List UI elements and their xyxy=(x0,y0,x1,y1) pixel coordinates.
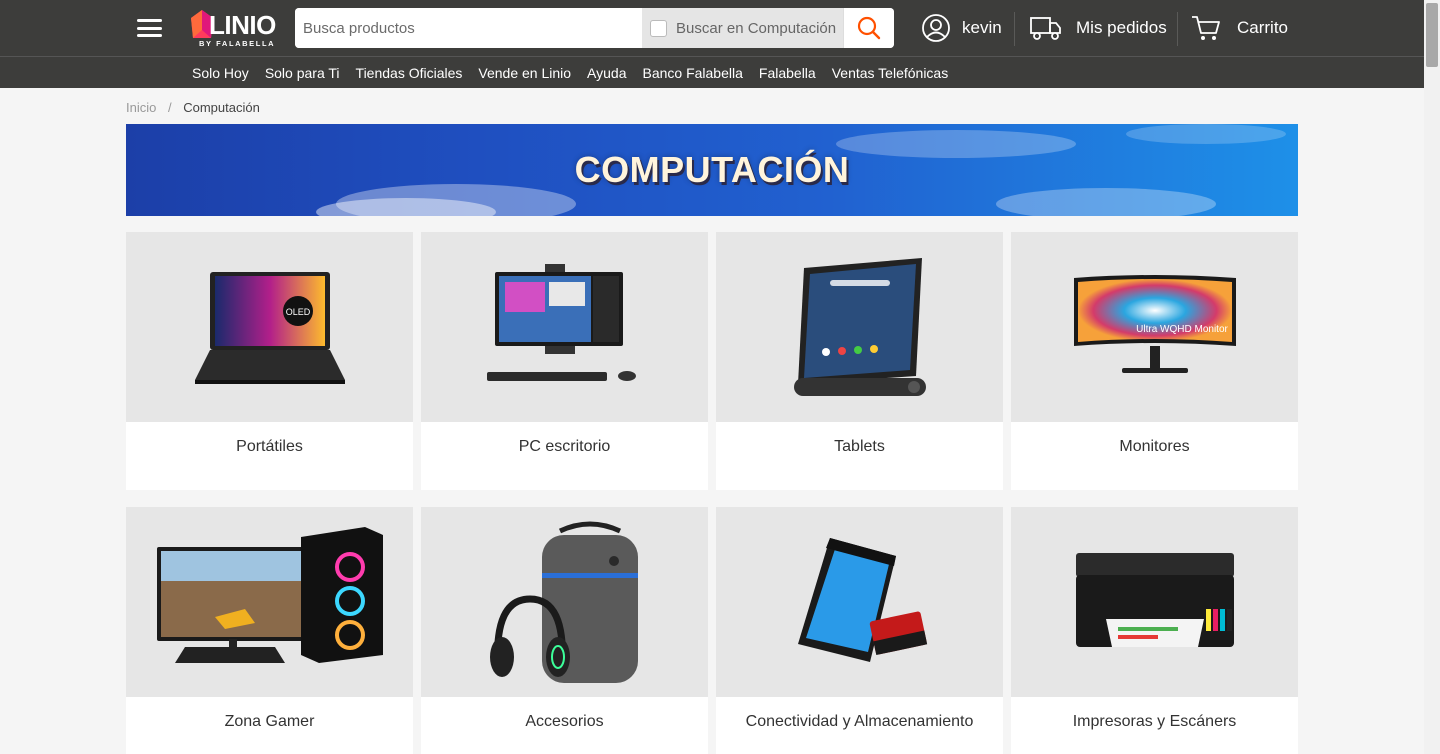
nav-item-tiendas-oficiales[interactable]: Tiendas Oficiales xyxy=(348,65,471,81)
category-label: Tablets xyxy=(834,438,885,455)
category-image xyxy=(716,232,1003,422)
cart-icon xyxy=(1192,16,1220,40)
monitor-icon: Ultra WQHD Monitor xyxy=(1073,275,1236,373)
search-scope-toggle[interactable]: Buscar en Computación xyxy=(642,8,843,48)
user-icon xyxy=(922,14,950,42)
category-image xyxy=(126,507,413,697)
orders-label: Mis pedidos xyxy=(1076,18,1167,37)
category-card-impresoras[interactable]: Impresoras y Escáners xyxy=(1011,507,1298,754)
top-header: LINIO BY FALABELLA Buscar en Computación… xyxy=(0,0,1424,56)
category-image xyxy=(1011,507,1298,697)
nav-item-ayuda[interactable]: Ayuda xyxy=(579,65,634,81)
delivery-truck-icon xyxy=(1030,17,1061,40)
breadcrumb-current: Computación xyxy=(183,100,260,115)
svg-text:Ultra WQHD Monitor: Ultra WQHD Monitor xyxy=(1136,324,1228,335)
category-card-monitores[interactable]: Ultra WQHD Monitor Monitores xyxy=(1011,232,1298,490)
secondary-nav: Solo Hoy Solo para Ti Tiendas Oficiales … xyxy=(0,56,1424,88)
printer-icon xyxy=(1075,553,1234,647)
breadcrumb: Inicio / Computación xyxy=(126,100,260,115)
category-banner: COMPUTACIÓN xyxy=(126,124,1298,216)
logo-subtext: BY FALABELLA xyxy=(199,39,276,48)
linio-logo[interactable]: LINIO BY FALABELLA xyxy=(187,8,279,48)
logo-wordmark: LINIO xyxy=(209,10,276,40)
tablet-icon xyxy=(793,258,926,396)
category-image xyxy=(421,232,708,422)
category-label: Portátiles xyxy=(236,438,303,455)
external-drive-icon xyxy=(797,538,927,662)
nav-item-ventas-telefonicas[interactable]: Ventas Telefónicas xyxy=(824,65,957,81)
category-image xyxy=(421,507,708,697)
category-card-accesorios[interactable]: Accesorios xyxy=(421,507,708,754)
laptop-icon: OLED xyxy=(194,272,345,384)
page-scrollbar[interactable] xyxy=(1424,0,1440,754)
search-bar: Buscar en Computación xyxy=(295,8,894,48)
search-scope-label: Buscar en Computación xyxy=(676,19,837,37)
header-divider xyxy=(1014,12,1015,46)
category-card-conectividad[interactable]: Conectividad y Almacenamiento xyxy=(716,507,1003,754)
category-label: Impresoras y Escáners xyxy=(1072,713,1237,730)
search-button[interactable] xyxy=(843,8,894,48)
category-card-tablets[interactable]: Tablets xyxy=(716,232,1003,490)
search-icon xyxy=(857,16,881,40)
backpack-headset-icon xyxy=(489,521,638,683)
banner-title: COMPUTACIÓN xyxy=(574,149,850,190)
category-label: Monitores xyxy=(1119,438,1190,455)
nav-item-solo-para-ti[interactable]: Solo para Ti xyxy=(257,65,348,81)
breadcrumb-home-link[interactable]: Inicio xyxy=(126,100,156,115)
gaming-pc-icon xyxy=(156,527,383,663)
svg-text:OLED: OLED xyxy=(285,307,310,317)
category-card-zona-gamer[interactable]: Zona Gamer xyxy=(126,507,413,754)
cart-label: Carrito xyxy=(1237,18,1289,37)
breadcrumb-separator: / xyxy=(167,100,172,115)
scrollbar-thumb[interactable] xyxy=(1426,3,1438,67)
orders-button[interactable]: Mis pedidos xyxy=(1030,10,1167,46)
nav-item-solo-hoy[interactable]: Solo Hoy xyxy=(184,65,257,81)
category-card-portatiles[interactable]: OLED Portátiles xyxy=(126,232,413,490)
nav-item-vende-en-linio[interactable]: Vende en Linio xyxy=(470,65,579,81)
nav-item-banco-falabella[interactable]: Banco Falabella xyxy=(634,65,750,81)
nav-item-falabella[interactable]: Falabella xyxy=(751,65,824,81)
category-image xyxy=(716,507,1003,697)
user-name: kevin xyxy=(962,18,1002,37)
search-scope-checkbox[interactable] xyxy=(650,19,667,37)
category-label: Accesorios xyxy=(525,713,604,730)
category-card-pc-escritorio[interactable]: PC escritorio xyxy=(421,232,708,490)
category-image: Ultra WQHD Monitor xyxy=(1011,232,1298,422)
account-button[interactable]: kevin xyxy=(921,10,1002,46)
menu-icon[interactable] xyxy=(137,19,162,37)
category-image: OLED xyxy=(126,232,413,422)
category-label: Conectividad y Almacenamiento xyxy=(745,713,974,730)
desktop-pc-icon xyxy=(486,264,636,381)
search-input[interactable] xyxy=(295,8,642,48)
header-divider xyxy=(1177,12,1178,46)
category-label: Zona Gamer xyxy=(224,713,315,730)
cart-button[interactable]: Carrito xyxy=(1191,10,1288,46)
category-label: PC escritorio xyxy=(518,438,611,455)
